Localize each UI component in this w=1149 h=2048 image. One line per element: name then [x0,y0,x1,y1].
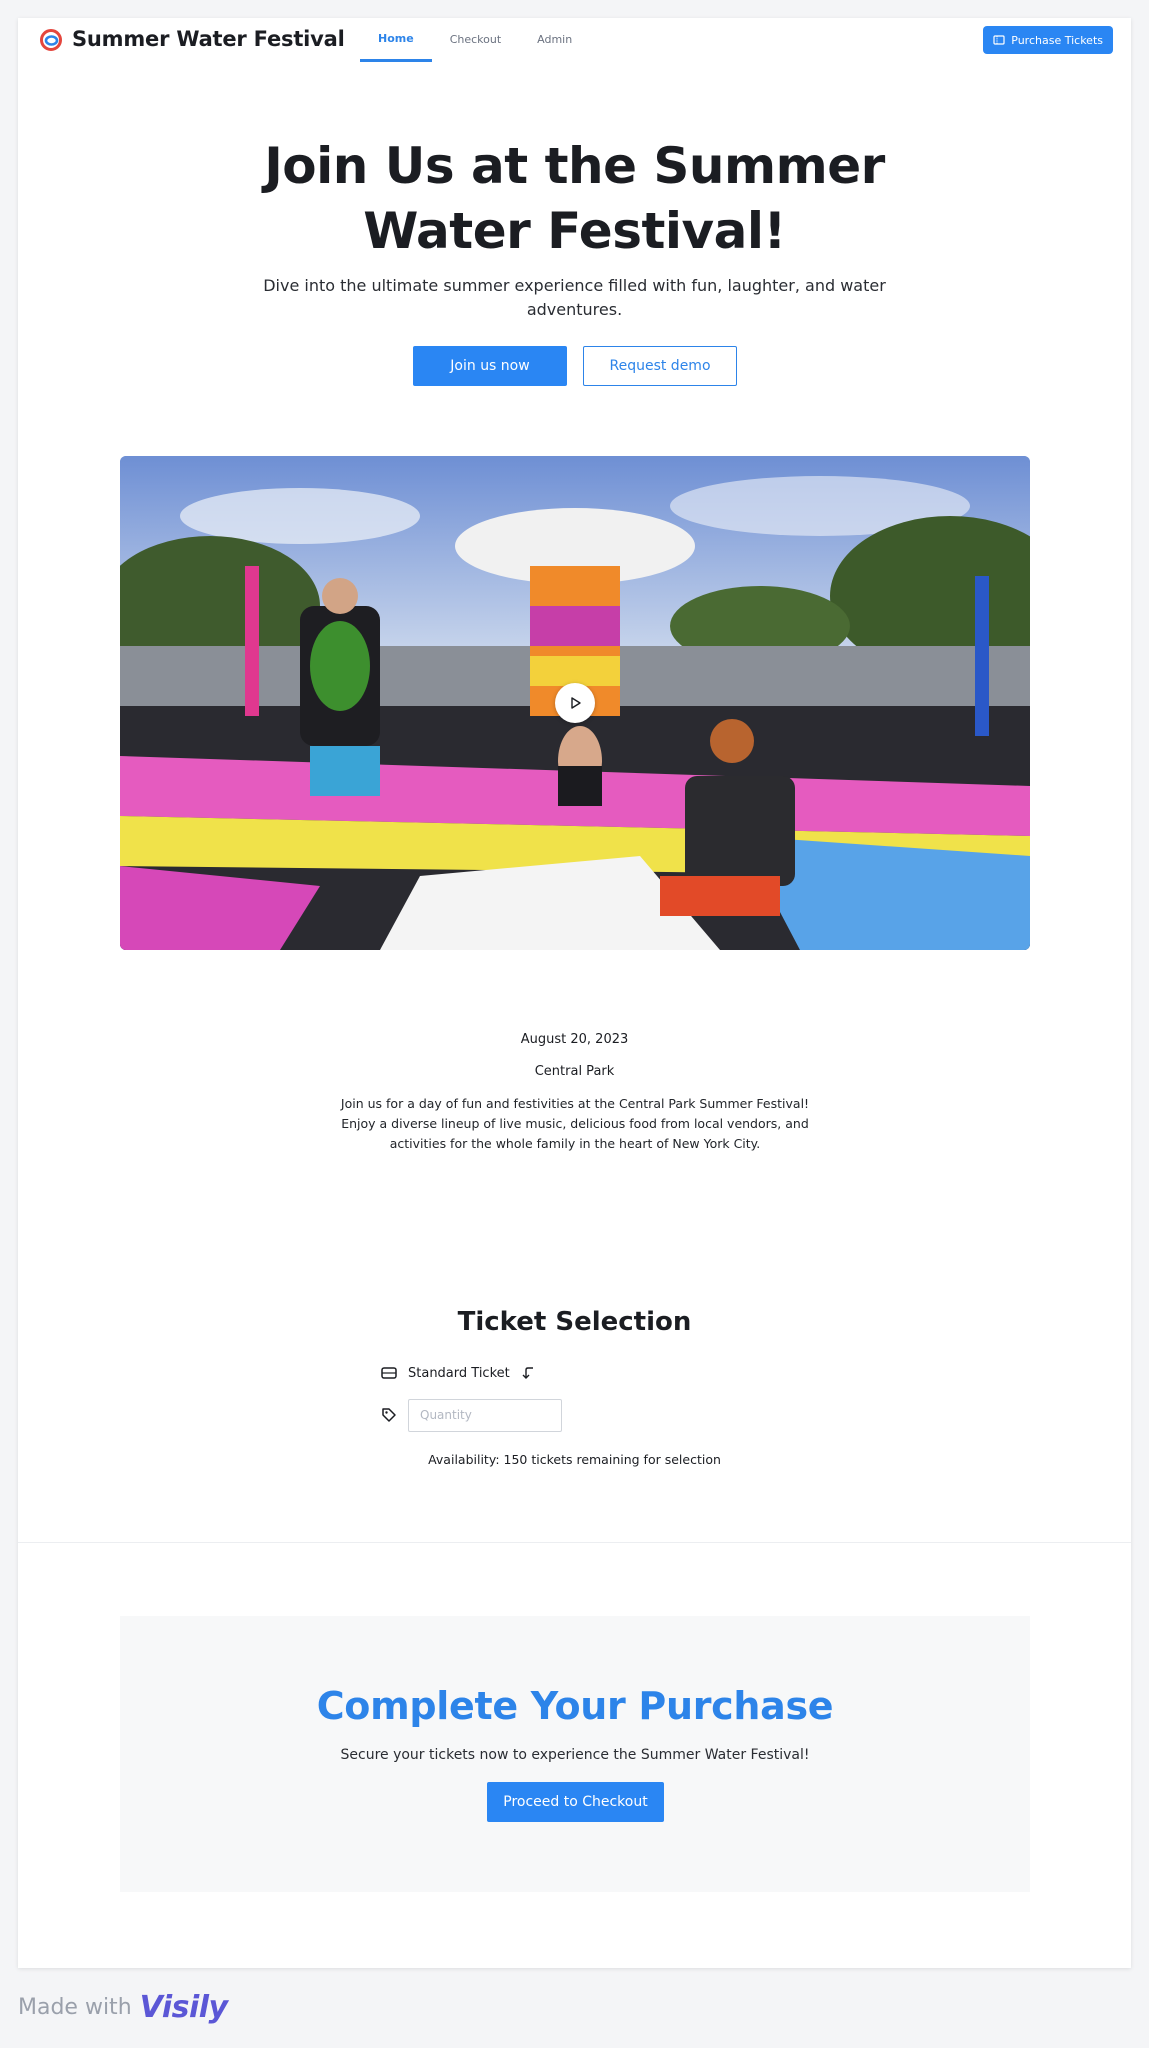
proceed-to-checkout-button[interactable]: Proceed to Checkout [487,1782,664,1822]
ticket-type-label: Standard Ticket [408,1365,510,1381]
hero-subtitle: Dive into the ultimate summer experience… [263,276,886,319]
brand-name[interactable]: Summer Water Festival [72,24,345,54]
ticket-icon [993,35,1005,45]
hero-title: Join Us at the Summer Water Festival! [18,134,1131,264]
hero-title-line1: Join Us at the Summer [264,137,885,195]
nav-admin[interactable]: Admin [519,18,590,62]
quantity-row [380,1398,562,1432]
ticket-type-row[interactable]: Standard Ticket [380,1360,536,1386]
availability-text: Availability: 150 tickets remaining for … [428,1452,721,1467]
join-us-button[interactable]: Join us now [413,346,567,386]
event-location: Central Park [534,1064,615,1079]
main-nav: Home Checkout Admin [360,18,590,62]
request-demo-button[interactable]: Request demo [583,346,737,386]
cta-title: Complete Your Purchase [316,1684,834,1728]
made-with-text: Made with [18,1995,132,2020]
top-nav-bar: Summer Water Festival Home Checkout Admi… [18,18,1131,62]
event-description: Join us for a day of fun and festivities… [340,1096,810,1151]
purchase-cta-section: Complete Your Purchase Secure your ticke… [120,1616,1030,1892]
event-date: August 20, 2023 [520,1032,629,1047]
play-icon [571,697,581,709]
return-arrow-icon[interactable] [520,1365,536,1381]
hero-title-line2: Water Festival! [363,202,786,260]
ticket-icon [381,1367,397,1379]
purchase-tickets-label: Purchase Tickets [1011,33,1103,47]
nav-home[interactable]: Home [360,18,432,62]
nav-checkout[interactable]: Checkout [432,18,519,62]
tag-icon [382,1408,396,1422]
cta-subtitle: Secure your tickets now to experience th… [340,1747,810,1763]
play-button[interactable] [555,683,595,723]
quantity-input[interactable] [408,1398,562,1432]
made-with-badge[interactable]: Made with Visily [18,1988,228,2028]
festival-logo-icon [40,29,62,51]
visily-logo: Visily [139,1990,228,2025]
purchase-tickets-button[interactable]: Purchase Tickets [983,26,1113,54]
festival-video[interactable] [120,456,1030,950]
section-divider [18,1542,1131,1543]
page-frame: Summer Water Festival Home Checkout Admi… [18,18,1131,1968]
ticket-selection-title: Ticket Selection [457,1307,692,1337]
